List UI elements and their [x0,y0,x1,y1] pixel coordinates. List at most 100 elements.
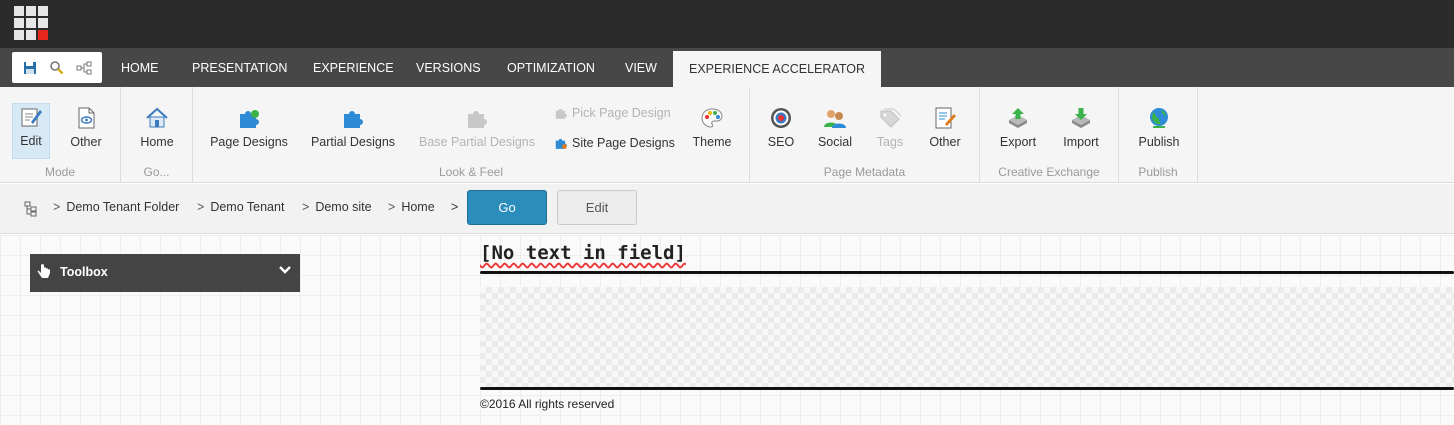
content-tree-icon[interactable] [24,201,38,217]
home-icon [144,105,170,131]
palette-icon [699,105,725,131]
quick-access-bar [12,52,102,83]
group-label-publish: Publish [1138,165,1178,179]
page-title-field[interactable]: [No text in field] [480,242,686,264]
export-icon [1005,105,1031,131]
site-page-designs-button[interactable]: Site Page Designs [554,133,675,153]
page-canvas: Toolbox [No text in field] ©2016 All rig… [0,235,1454,425]
people-icon [822,105,848,131]
page-title-field-text: [No text in field] [480,242,686,264]
footer-divider [480,387,1454,390]
breadcrumb-item[interactable]: > Demo Tenant Folder [53,200,179,214]
publish-button[interactable]: Publish [1138,105,1180,159]
tab-home[interactable]: HOME [121,48,159,87]
tab-presentation[interactable]: PRESENTATION [192,48,287,87]
group-label-mode: Mode [44,165,76,179]
partial-designs-button[interactable]: Partial Designs [311,105,395,159]
metadata-other-button[interactable]: Other [928,105,962,159]
page-designs-button[interactable]: Page Designs [210,105,288,159]
pick-page-design-button[interactable]: Pick Page Design [554,103,671,123]
save-icon[interactable] [19,57,41,79]
export-label: Export [999,135,1037,149]
tab-optimization[interactable]: OPTIMIZATION [507,48,595,87]
edit-mode-button[interactable]: Edit [12,103,50,159]
import-icon [1068,105,1094,131]
breadcrumb-item[interactable]: > Demo site [302,200,372,214]
base-partial-designs-label: Base Partial Designs [418,135,536,149]
partial-designs-label: Partial Designs [310,135,396,149]
theme-label: Theme [692,135,732,149]
breadcrumb-item[interactable]: > Home [388,200,435,214]
tab-view[interactable]: VIEW [625,48,657,87]
other-mode-button[interactable]: Other [68,105,104,159]
group-label-go: Go... [143,165,170,179]
search-icon[interactable] [46,57,68,79]
group-label-page-metadata: Page Metadata [823,165,906,179]
site-page-designs-label: Site Page Designs [572,136,675,150]
navigation-tree-icon[interactable] [73,57,95,79]
hand-pointer-icon [36,264,52,280]
puzzle-piece-icon [555,108,567,119]
page-designs-label: Page Designs [210,135,288,149]
seo-button[interactable]: SEO [767,105,795,159]
breadcrumb-separator: > [302,200,310,214]
home-button[interactable]: Home [138,105,176,159]
export-button[interactable]: Export [999,105,1037,159]
base-partial-designs-button[interactable]: Base Partial Designs [418,105,536,159]
breadcrumb-separator: > [388,200,396,214]
tab-experience-accelerator[interactable]: EXPERIENCE ACCELERATOR [673,51,881,87]
group-publish: Publish Publish [1119,87,1198,183]
breadcrumb-expand-chevron[interactable]: > [451,200,458,214]
edit-button[interactable]: Edit [557,190,637,225]
breadcrumb-item-label: Demo Tenant Folder [66,200,180,214]
target-icon [768,105,794,131]
breadcrumb-item-label: Home [401,200,435,214]
publish-label: Publish [1138,135,1180,149]
top-bar [0,0,1454,48]
social-button[interactable]: Social [817,105,853,159]
breadcrumb-separator: > [197,200,205,214]
go-button[interactable]: Go [467,190,547,225]
home-label: Home [140,135,174,149]
globe-icon [1146,105,1172,131]
pick-page-design-label: Pick Page Design [572,106,671,120]
puzzle-piece-icon [236,105,262,131]
breadcrumb-item-label: Demo site [315,200,372,214]
tags-icon [877,105,903,131]
import-label: Import [1063,135,1099,149]
breadcrumb-item[interactable]: > Demo Tenant [197,200,284,214]
breadcrumb: > Demo Tenant Folder > Demo Tenant > Demo s… [0,184,1454,234]
toolbox-panel[interactable]: Toolbox [30,254,300,292]
tab-versions[interactable]: VERSIONS [416,48,481,87]
ribbon-tab-strip: HOME PRESENTATION EXPERIENCE VERSIONS OP… [0,48,1454,87]
tags-label: Tags [876,135,904,149]
puzzle-piece-icon [464,105,490,131]
ribbon: Edit Other Mode Home Go... Page Designs [0,87,1454,183]
import-button[interactable]: Import [1061,105,1101,159]
group-page-metadata: SEO Social Tags Other Page Metadata [750,87,980,183]
breadcrumb-separator: > [53,200,61,214]
group-go: Home Go... [121,87,193,183]
puzzle-piece-icon [340,105,366,131]
copyright-text: ©2016 All rights reserved [480,397,615,411]
edit-mode-label: Edit [20,134,42,148]
social-label: Social [817,135,853,149]
group-label-look-and-feel: Look & Feel [438,165,504,179]
group-look-and-feel: Page Designs Partial Designs Base Partia… [193,87,750,183]
preview-icon [73,105,99,131]
header-divider [480,271,1454,274]
launchpad-icon[interactable] [14,6,48,40]
chevron-down-icon[interactable] [278,263,292,277]
tags-button[interactable]: Tags [876,105,904,159]
tab-experience[interactable]: EXPERIENCE [313,48,394,87]
group-mode: Edit Other Mode [0,87,121,183]
edit-page-icon [932,105,958,131]
toolbox-label: Toolbox [60,265,108,279]
breadcrumb-item-label: Demo Tenant [210,200,285,214]
seo-label: SEO [767,135,795,149]
metadata-other-label: Other [929,135,961,149]
theme-button[interactable]: Theme [691,105,733,159]
other-mode-label: Other [70,135,102,149]
empty-placeholder-area[interactable] [480,287,1454,387]
puzzle-piece-icon [555,138,567,149]
